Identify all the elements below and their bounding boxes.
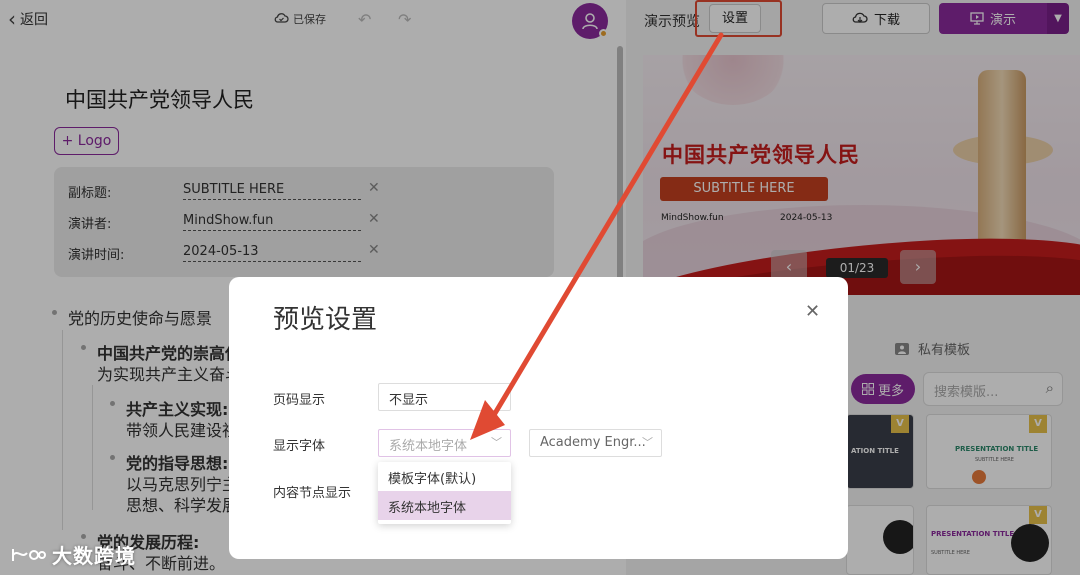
chevron-down-icon: ﹀ (642, 436, 653, 449)
chevron-down-icon: ﹀ (491, 436, 502, 449)
font-option-system[interactable]: 系统本地字体 (378, 491, 511, 520)
watermark-logo-icon (12, 548, 46, 561)
font-value: 系统本地字体 (389, 439, 468, 454)
font-select[interactable]: 系统本地字体 ﹀ (378, 429, 511, 457)
watermark: 大数跨境 (10, 540, 136, 569)
page-number-select[interactable]: 不显示 (378, 383, 511, 411)
font-option-template[interactable]: 模板字体(默认) (378, 462, 511, 491)
modal-title: 预览设置 (273, 305, 378, 335)
font-dropdown-menu: 模板字体(默认) 系统本地字体 (378, 462, 511, 524)
font-label: 显示字体 (273, 439, 326, 454)
content-node-label: 内容节点显示 (273, 486, 352, 501)
font-family-value: Academy Engr... (540, 435, 646, 450)
page-number-label: 页码显示 (273, 393, 326, 408)
close-icon[interactable]: ✕ (805, 301, 820, 322)
preview-settings-modal: 预览设置 ✕ 页码显示 不显示 显示字体 系统本地字体 ﹀ Academy En… (229, 277, 848, 559)
font-family-select[interactable]: Academy Engr... ﹀ (529, 429, 662, 457)
watermark-text: 大数跨境 (52, 544, 136, 568)
page-number-value: 不显示 (389, 393, 429, 408)
